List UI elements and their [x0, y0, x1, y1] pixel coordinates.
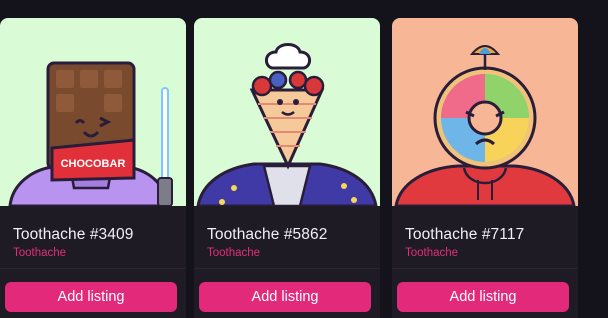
add-listing-button[interactable]: Add listing — [5, 282, 177, 312]
collection-link[interactable]: Toothache — [405, 247, 458, 259]
collection-link[interactable]: Toothache — [13, 247, 66, 259]
chocobar-character-art: CHOCOBAR — [0, 18, 186, 206]
scroll-gutter — [583, 0, 608, 318]
add-listing-button[interactable]: Add listing — [397, 282, 569, 312]
nft-image[interactable]: CHOCOBAR — [0, 18, 186, 206]
divider — [0, 268, 186, 269]
nft-card-grid: CHOCOBAR Toothache #3409 Toothache Add l… — [0, 0, 608, 318]
nft-image[interactable] — [194, 18, 380, 206]
crepe-chef-character-art — [194, 18, 380, 206]
nft-title[interactable]: Toothache #3409 — [13, 226, 133, 244]
nft-title[interactable]: Toothache #7117 — [405, 226, 524, 244]
nft-title[interactable]: Toothache #5862 — [207, 226, 327, 244]
svg-text:CHOCOBAR: CHOCOBAR — [61, 158, 126, 170]
collection-link[interactable]: Toothache — [207, 247, 260, 259]
divider — [194, 268, 380, 269]
add-listing-button[interactable]: Add listing — [199, 282, 371, 312]
donut-umbrella-character-art — [392, 18, 578, 206]
divider — [392, 268, 578, 269]
nft-image[interactable] — [392, 18, 578, 206]
nft-card-toothache-3409[interactable]: CHOCOBAR Toothache #3409 Toothache Add l… — [0, 18, 186, 318]
nft-card-toothache-5862[interactable]: Toothache #5862 Toothache Add listing — [194, 18, 380, 318]
nft-card-toothache-7117[interactable]: Toothache #7117 Toothache Add listing — [392, 18, 578, 318]
